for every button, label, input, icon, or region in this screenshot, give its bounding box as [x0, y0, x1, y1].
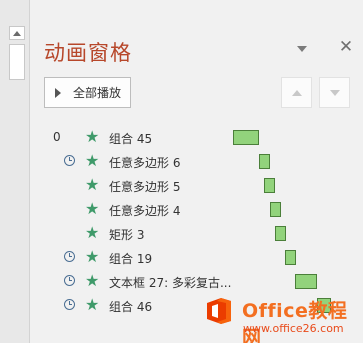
timeline-bar[interactable]	[259, 154, 270, 169]
emphasis-effect-star-icon: ★	[85, 151, 100, 170]
office-logo-icon	[207, 298, 231, 324]
animation-row[interactable]: ★ 矩形 3	[40, 222, 358, 246]
after-previous-clock-icon	[64, 155, 75, 166]
pane-title: 动画窗格	[44, 41, 132, 65]
animation-row[interactable]: ★ 任意多边形 6	[40, 150, 358, 174]
timeline-bar[interactable]	[275, 226, 286, 241]
emphasis-effect-star-icon: ★	[85, 295, 100, 314]
animation-row[interactable]: ★ 组合 19	[40, 246, 358, 270]
animation-object-name: 任意多边形 5	[109, 180, 181, 194]
animation-row[interactable]: ★ 任意多边形 5	[40, 174, 358, 198]
close-icon[interactable]: ✕	[337, 38, 355, 56]
pane-options-chevron-down-icon[interactable]	[295, 44, 309, 54]
animation-object-name: 组合 19	[109, 252, 153, 266]
play-all-button[interactable]: 全部播放	[44, 77, 131, 108]
animation-object-name: 组合 45	[109, 132, 153, 146]
scroll-thumb[interactable]	[9, 44, 25, 80]
play-icon	[55, 87, 61, 98]
timeline-bar[interactable]	[264, 178, 275, 193]
move-up-button[interactable]	[281, 77, 312, 108]
animation-object-name: 矩形 3	[109, 228, 145, 242]
emphasis-effect-star-icon: ★	[85, 247, 100, 266]
watermark: Office教程网 www.office26.com	[203, 293, 363, 343]
timeline-bar[interactable]	[285, 250, 296, 265]
animation-object-name: 文本框 27: 多彩复古...	[109, 276, 232, 290]
animation-object-name: 组合 46	[109, 300, 153, 314]
timeline-bar[interactable]	[233, 130, 259, 145]
after-previous-clock-icon	[64, 251, 75, 262]
after-previous-clock-icon	[64, 299, 75, 310]
animation-object-name: 任意多边形 6	[109, 156, 181, 170]
move-down-button[interactable]	[319, 77, 350, 108]
animation-row[interactable]: 0 ★ 组合 45	[40, 126, 358, 150]
sequence-number: 0	[53, 130, 61, 144]
animation-row[interactable]: ★ 任意多边形 4	[40, 198, 358, 222]
emphasis-effect-star-icon: ★	[85, 199, 100, 218]
timeline-bar[interactable]	[270, 202, 281, 217]
emphasis-effect-star-icon: ★	[85, 127, 100, 146]
after-previous-clock-icon	[64, 275, 75, 286]
play-all-label: 全部播放	[73, 86, 122, 100]
timeline-bar[interactable]	[295, 274, 317, 289]
scroll-up-arrow-icon[interactable]	[9, 26, 25, 40]
vertical-scrollbar[interactable]	[0, 0, 30, 343]
animation-object-name: 任意多边形 4	[109, 204, 181, 218]
watermark-url: www.office26.com	[243, 322, 344, 335]
animation-row[interactable]: ★ 文本框 27: 多彩复古...	[40, 270, 358, 294]
animation-pane: 动画窗格 ✕ 全部播放 0 ★ 组合 45 ★ 任意多边形 6 ★ 任意多边形 …	[0, 0, 363, 343]
watermark-brand: Office教程网	[242, 300, 348, 343]
emphasis-effect-star-icon: ★	[85, 223, 100, 242]
emphasis-effect-star-icon: ★	[85, 175, 100, 194]
emphasis-effect-star-icon: ★	[85, 271, 100, 290]
